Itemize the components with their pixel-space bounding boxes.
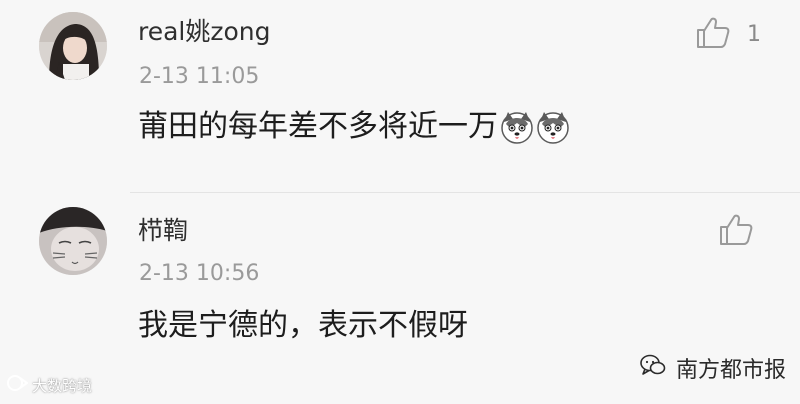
wechat-icon [640, 353, 666, 383]
watermark-left-text: 大数跨境 [32, 376, 93, 395]
username[interactable]: real姚zong [138, 17, 271, 47]
watermark-right: 南方都市报 [640, 352, 786, 384]
like-button[interactable]: 1 [695, 16, 761, 54]
comment-text: 莆田的每年差不多将近一万 [138, 109, 498, 144]
comment-content: 我是宁德的，表示不假呀 [138, 307, 468, 345]
husky-emoji-icon [536, 110, 570, 144]
comment-timestamp: 2-13 10:56 [139, 261, 260, 286]
comment-item: real姚zong 2-13 11:05 莆田的每年差不多将近一万 1 [0, 0, 800, 192]
avatar-girl-image [39, 12, 107, 80]
username[interactable]: 栉鞫 [138, 216, 188, 246]
thumbs-up-icon [695, 16, 731, 54]
thumbs-up-icon [718, 213, 754, 251]
husky-emoji-icon [500, 110, 534, 144]
comment-text: 我是宁德的，表示不假呀 [138, 308, 468, 343]
comment-timestamp: 2-13 11:05 [139, 64, 260, 89]
comment-content: 莆田的每年差不多将近一万 [138, 108, 570, 146]
watermark-left: 大数跨境 [6, 374, 92, 396]
like-count: 1 [747, 22, 761, 47]
like-button[interactable] [718, 213, 754, 251]
avatar-cat-face-image [39, 207, 107, 275]
comment-list: real姚zong 2-13 11:05 莆田的每年差不多将近一万 1 栉鞫 2… [0, 0, 800, 404]
watermark-logo-icon [6, 374, 29, 396]
user-avatar[interactable] [39, 207, 107, 275]
watermark-right-text: 南方都市报 [676, 358, 787, 383]
user-avatar[interactable] [39, 12, 107, 80]
